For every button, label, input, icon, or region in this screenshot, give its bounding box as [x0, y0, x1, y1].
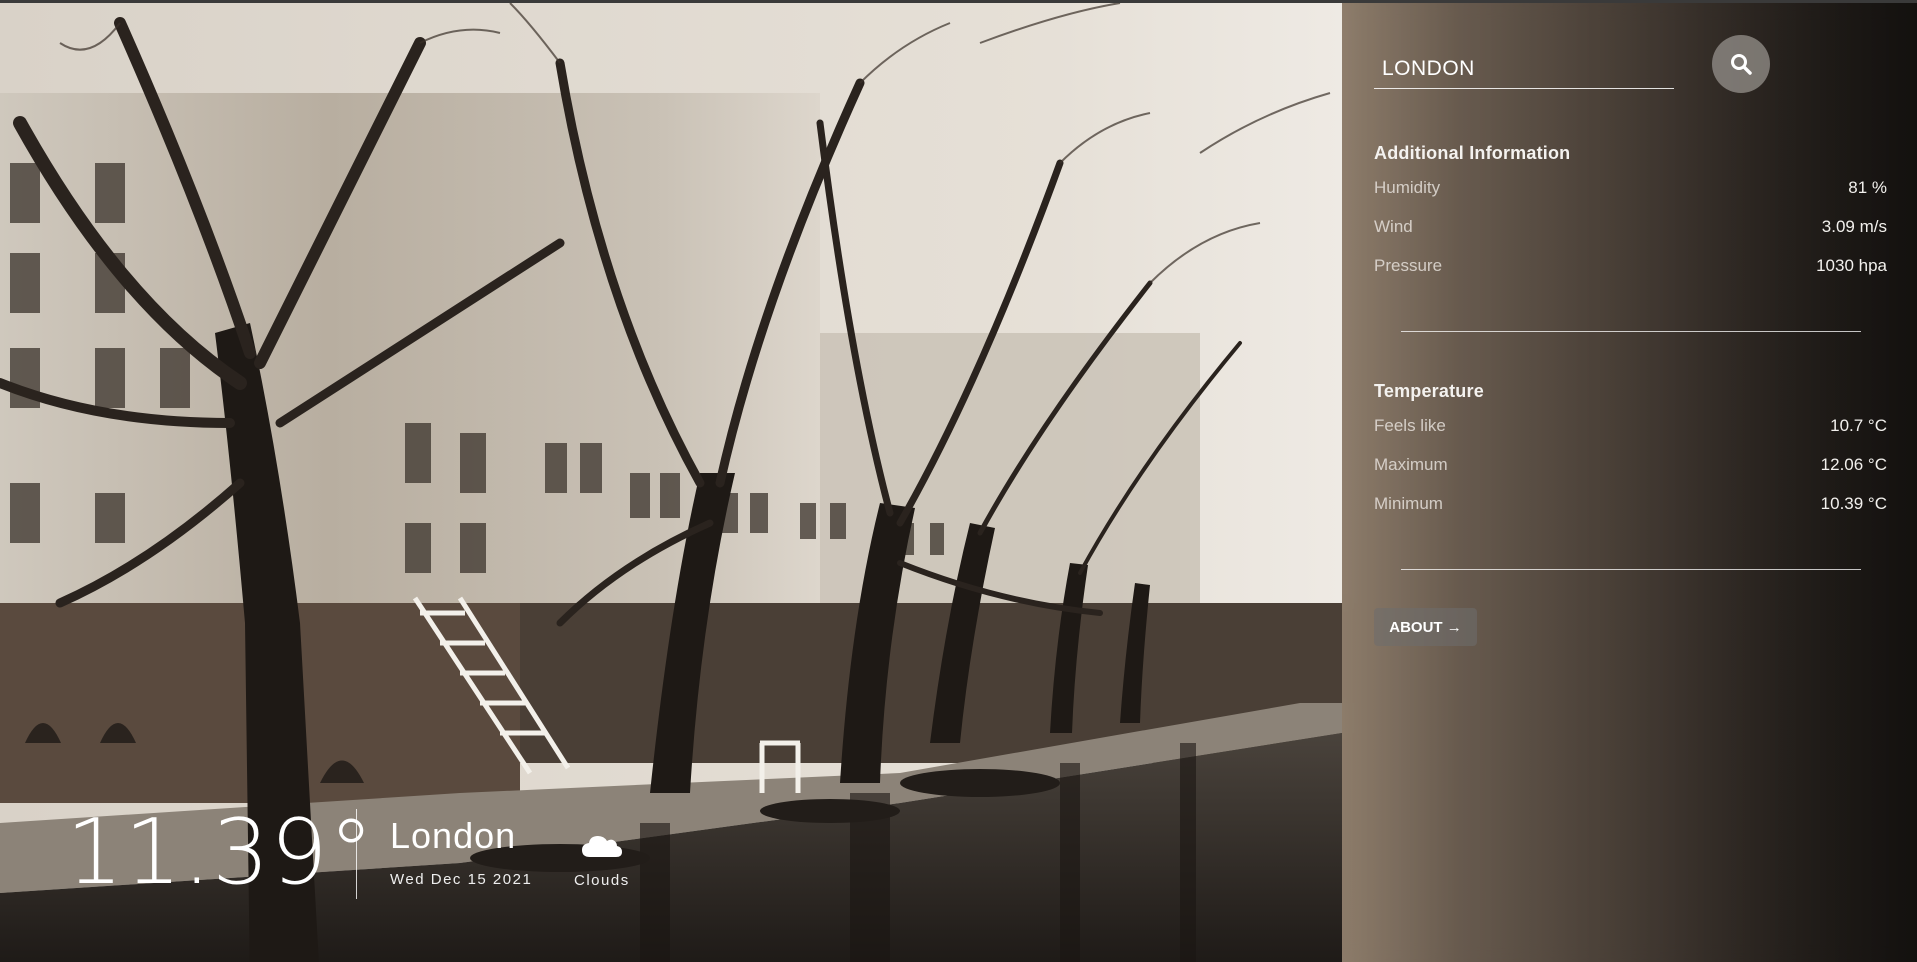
additional-information-section: Additional Information Humidity 81 % Win…	[1374, 143, 1887, 295]
temp-label: Minimum	[1374, 494, 1443, 513]
summary-divider	[356, 809, 357, 899]
section-divider	[1401, 331, 1861, 332]
current-temperature: 11.39°	[66, 800, 375, 905]
temp-row-feels-like: Feels like 10.7 °C	[1374, 416, 1887, 455]
temp-label: Feels like	[1374, 416, 1446, 435]
search-button[interactable]	[1712, 35, 1770, 93]
details-panel: Additional Information Humidity 81 % Win…	[1342, 3, 1917, 962]
temp-value: 12.06 °C	[1820, 455, 1887, 474]
temp-label: Maximum	[1374, 455, 1448, 474]
search-input[interactable]	[1374, 49, 1674, 89]
info-label: Pressure	[1374, 256, 1443, 275]
about-button[interactable]: ABOUT →	[1374, 608, 1477, 646]
info-value: 81 %	[1848, 178, 1887, 197]
city-name: London	[390, 815, 517, 856]
temperature-section: Temperature Feels like 10.7 °C Maximum 1…	[1374, 381, 1887, 533]
weather-condition: Clouds	[574, 872, 630, 889]
info-row-humidity: Humidity 81 %	[1374, 178, 1887, 217]
temp-row-maximum: Maximum 12.06 °C	[1374, 455, 1887, 494]
info-value: 1030 hpa	[1816, 256, 1887, 275]
info-row-wind: Wind 3.09 m/s	[1374, 217, 1887, 256]
current-date: Wed Dec 15 2021	[390, 871, 533, 888]
info-row-pressure: Pressure 1030 hpa	[1374, 256, 1887, 295]
section-divider	[1401, 569, 1861, 570]
search-icon	[1731, 54, 1752, 75]
weather-app: Additional Information Humidity 81 % Win…	[0, 0, 1917, 962]
info-label: Wind	[1374, 217, 1413, 236]
temp-value: 10.7 °C	[1830, 416, 1887, 435]
temp-value: 10.39 °C	[1820, 494, 1887, 513]
section-title: Temperature	[1374, 381, 1484, 401]
search-bar	[1374, 35, 1770, 95]
info-label: Humidity	[1374, 178, 1441, 197]
cloud-icon	[582, 836, 622, 857]
temp-row-minimum: Minimum 10.39 °C	[1374, 494, 1887, 533]
section-title: Additional Information	[1374, 143, 1571, 163]
info-value: 3.09 m/s	[1821, 217, 1887, 236]
